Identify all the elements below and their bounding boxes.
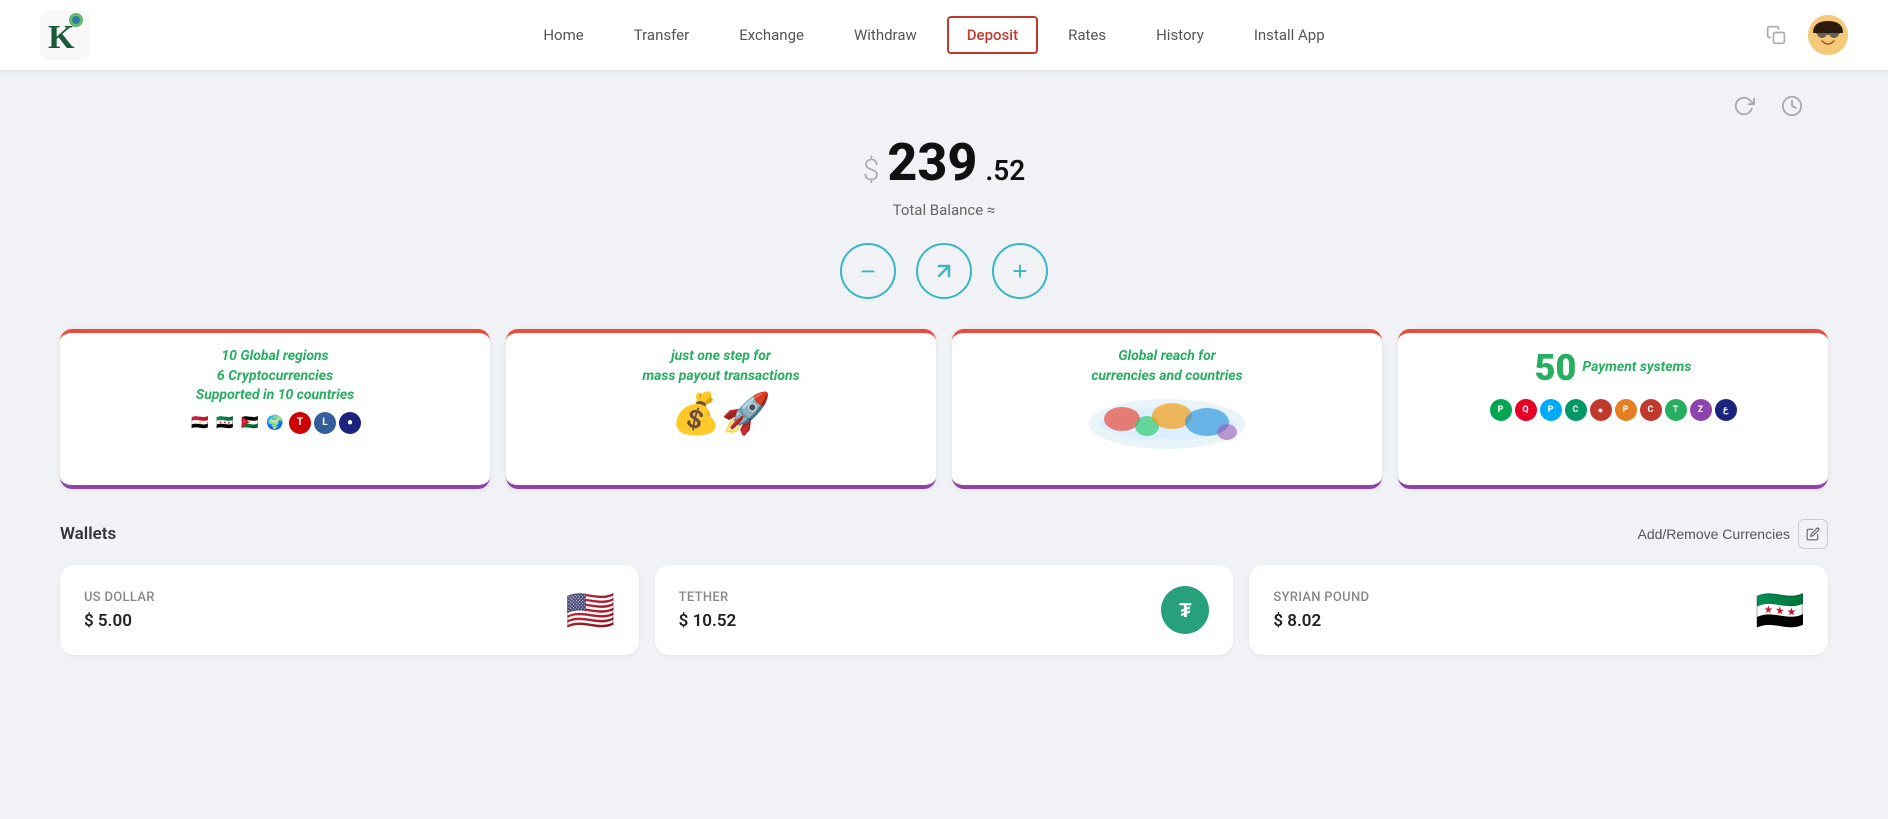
global-map-illustration [1087, 394, 1247, 458]
wallet-usd-amount: $ 5.00 [84, 611, 155, 631]
wallet-usdt-name: TETHER [679, 590, 737, 605]
wallet-card-usdt[interactable]: TETHER $ 10.52 ₮ [655, 565, 1234, 655]
payment-logos: P Q P C ● P C T Z ع [1490, 399, 1737, 421]
wallet-usdt-info: TETHER $ 10.52 [679, 590, 737, 631]
promo-text-global: Global reach for currencies and countrie… [1091, 347, 1242, 386]
minus-icon: − [860, 258, 875, 284]
balance-label: Total Balance ≈ [60, 201, 1828, 219]
promo-section: 10 Global regions 6 Cryptocurrencies Sup… [60, 329, 1828, 489]
promo-card-payment[interactable]: 50 Payment systems P Q P C ● P C T Z ع [1398, 329, 1828, 489]
add-remove-currencies-btn[interactable]: Add/Remove Currencies [1637, 519, 1828, 549]
wallet-syp-amount: $ 8.02 [1273, 611, 1369, 631]
withdraw-action-btn[interactable]: − [840, 243, 896, 299]
refresh-button[interactable] [1728, 90, 1760, 122]
nav-item-transfer[interactable]: Transfer [614, 16, 709, 54]
promo-flag-icons: 🇪🇬 🇸🇾 🇯🇴 🌍 T L ● [189, 412, 361, 434]
plus-icon: + [1012, 258, 1027, 284]
exchange-action-btn[interactable] [916, 243, 972, 299]
nav-item-home[interactable]: Home [523, 16, 603, 54]
nav-item-rates[interactable]: Rates [1048, 16, 1126, 54]
nav-item-exchange[interactable]: Exchange [719, 16, 824, 54]
promo-text-payout: just one step for mass payout transactio… [642, 347, 799, 386]
user-avatar[interactable] [1808, 15, 1848, 55]
promo-card-regions[interactable]: 10 Global regions 6 Cryptocurrencies Sup… [60, 329, 490, 489]
nav-item-history[interactable]: History [1136, 16, 1224, 54]
wallet-usdt-icon: ₮ [1161, 586, 1209, 634]
wallet-syp-name: SYRIAN POUND [1273, 590, 1369, 605]
promo-payment-header: 50 Payment systems [1535, 347, 1692, 389]
action-buttons: − + [60, 243, 1828, 299]
promo-text-regions: 10 Global regions 6 Cryptocurrencies Sup… [196, 347, 354, 406]
history-button[interactable] [1776, 90, 1808, 122]
wallet-card-syp[interactable]: SYRIAN POUND $ 8.02 🇸🇾 [1249, 565, 1828, 655]
promo-card-payout[interactable]: just one step for mass payout transactio… [506, 329, 936, 489]
nav-links: Home Transfer Exchange Withdraw Deposit … [150, 16, 1718, 54]
promo-card-global[interactable]: Global reach for currencies and countrie… [952, 329, 1382, 489]
wallets-header: Wallets Add/Remove Currencies [60, 519, 1828, 549]
balance-amount: $ 239 .52 [60, 132, 1828, 193]
nav-item-install-app[interactable]: Install App [1234, 16, 1345, 54]
add-remove-label: Add/Remove Currencies [1637, 526, 1790, 542]
balance-decimal: .52 [985, 154, 1025, 187]
edit-icon [1798, 519, 1828, 549]
balance-section: $ 239 .52 Total Balance ≈ − + [60, 132, 1828, 299]
wallet-usd-icon: 🇺🇸 [567, 586, 615, 634]
currency-symbol: $ [863, 153, 880, 188]
wallet-card-usd[interactable]: US DOLLAR $ 5.00 🇺🇸 [60, 565, 639, 655]
nav-right [1758, 15, 1848, 55]
deposit-action-btn[interactable]: + [992, 243, 1048, 299]
wallet-usd-info: US DOLLAR $ 5.00 [84, 590, 155, 631]
top-toolbar [60, 90, 1828, 122]
wallet-syp-icon: 🇸🇾 [1756, 586, 1804, 634]
nav-item-withdraw[interactable]: Withdraw [834, 16, 937, 54]
navbar: K Home Transfer Exchange Withdraw Deposi… [0, 0, 1888, 70]
nav-item-deposit[interactable]: Deposit [947, 16, 1038, 54]
wallet-syp-info: SYRIAN POUND $ 8.02 [1273, 590, 1369, 631]
wallet-usd-name: US DOLLAR [84, 590, 155, 605]
main-content: $ 239 .52 Total Balance ≈ − + 10 Gl [0, 70, 1888, 675]
copy-icon-btn[interactable] [1758, 17, 1794, 53]
payout-illustration: 💰🚀 [671, 394, 771, 434]
wallet-usdt-amount: $ 10.52 [679, 611, 737, 631]
wallets-section: Wallets Add/Remove Currencies US DOLLAR … [60, 519, 1828, 655]
wallets-grid: US DOLLAR $ 5.00 🇺🇸 TETHER $ 10.52 ₮ [60, 565, 1828, 655]
wallets-title: Wallets [60, 524, 116, 544]
app-logo[interactable]: K [40, 10, 90, 60]
balance-integer: 239 [887, 132, 977, 193]
